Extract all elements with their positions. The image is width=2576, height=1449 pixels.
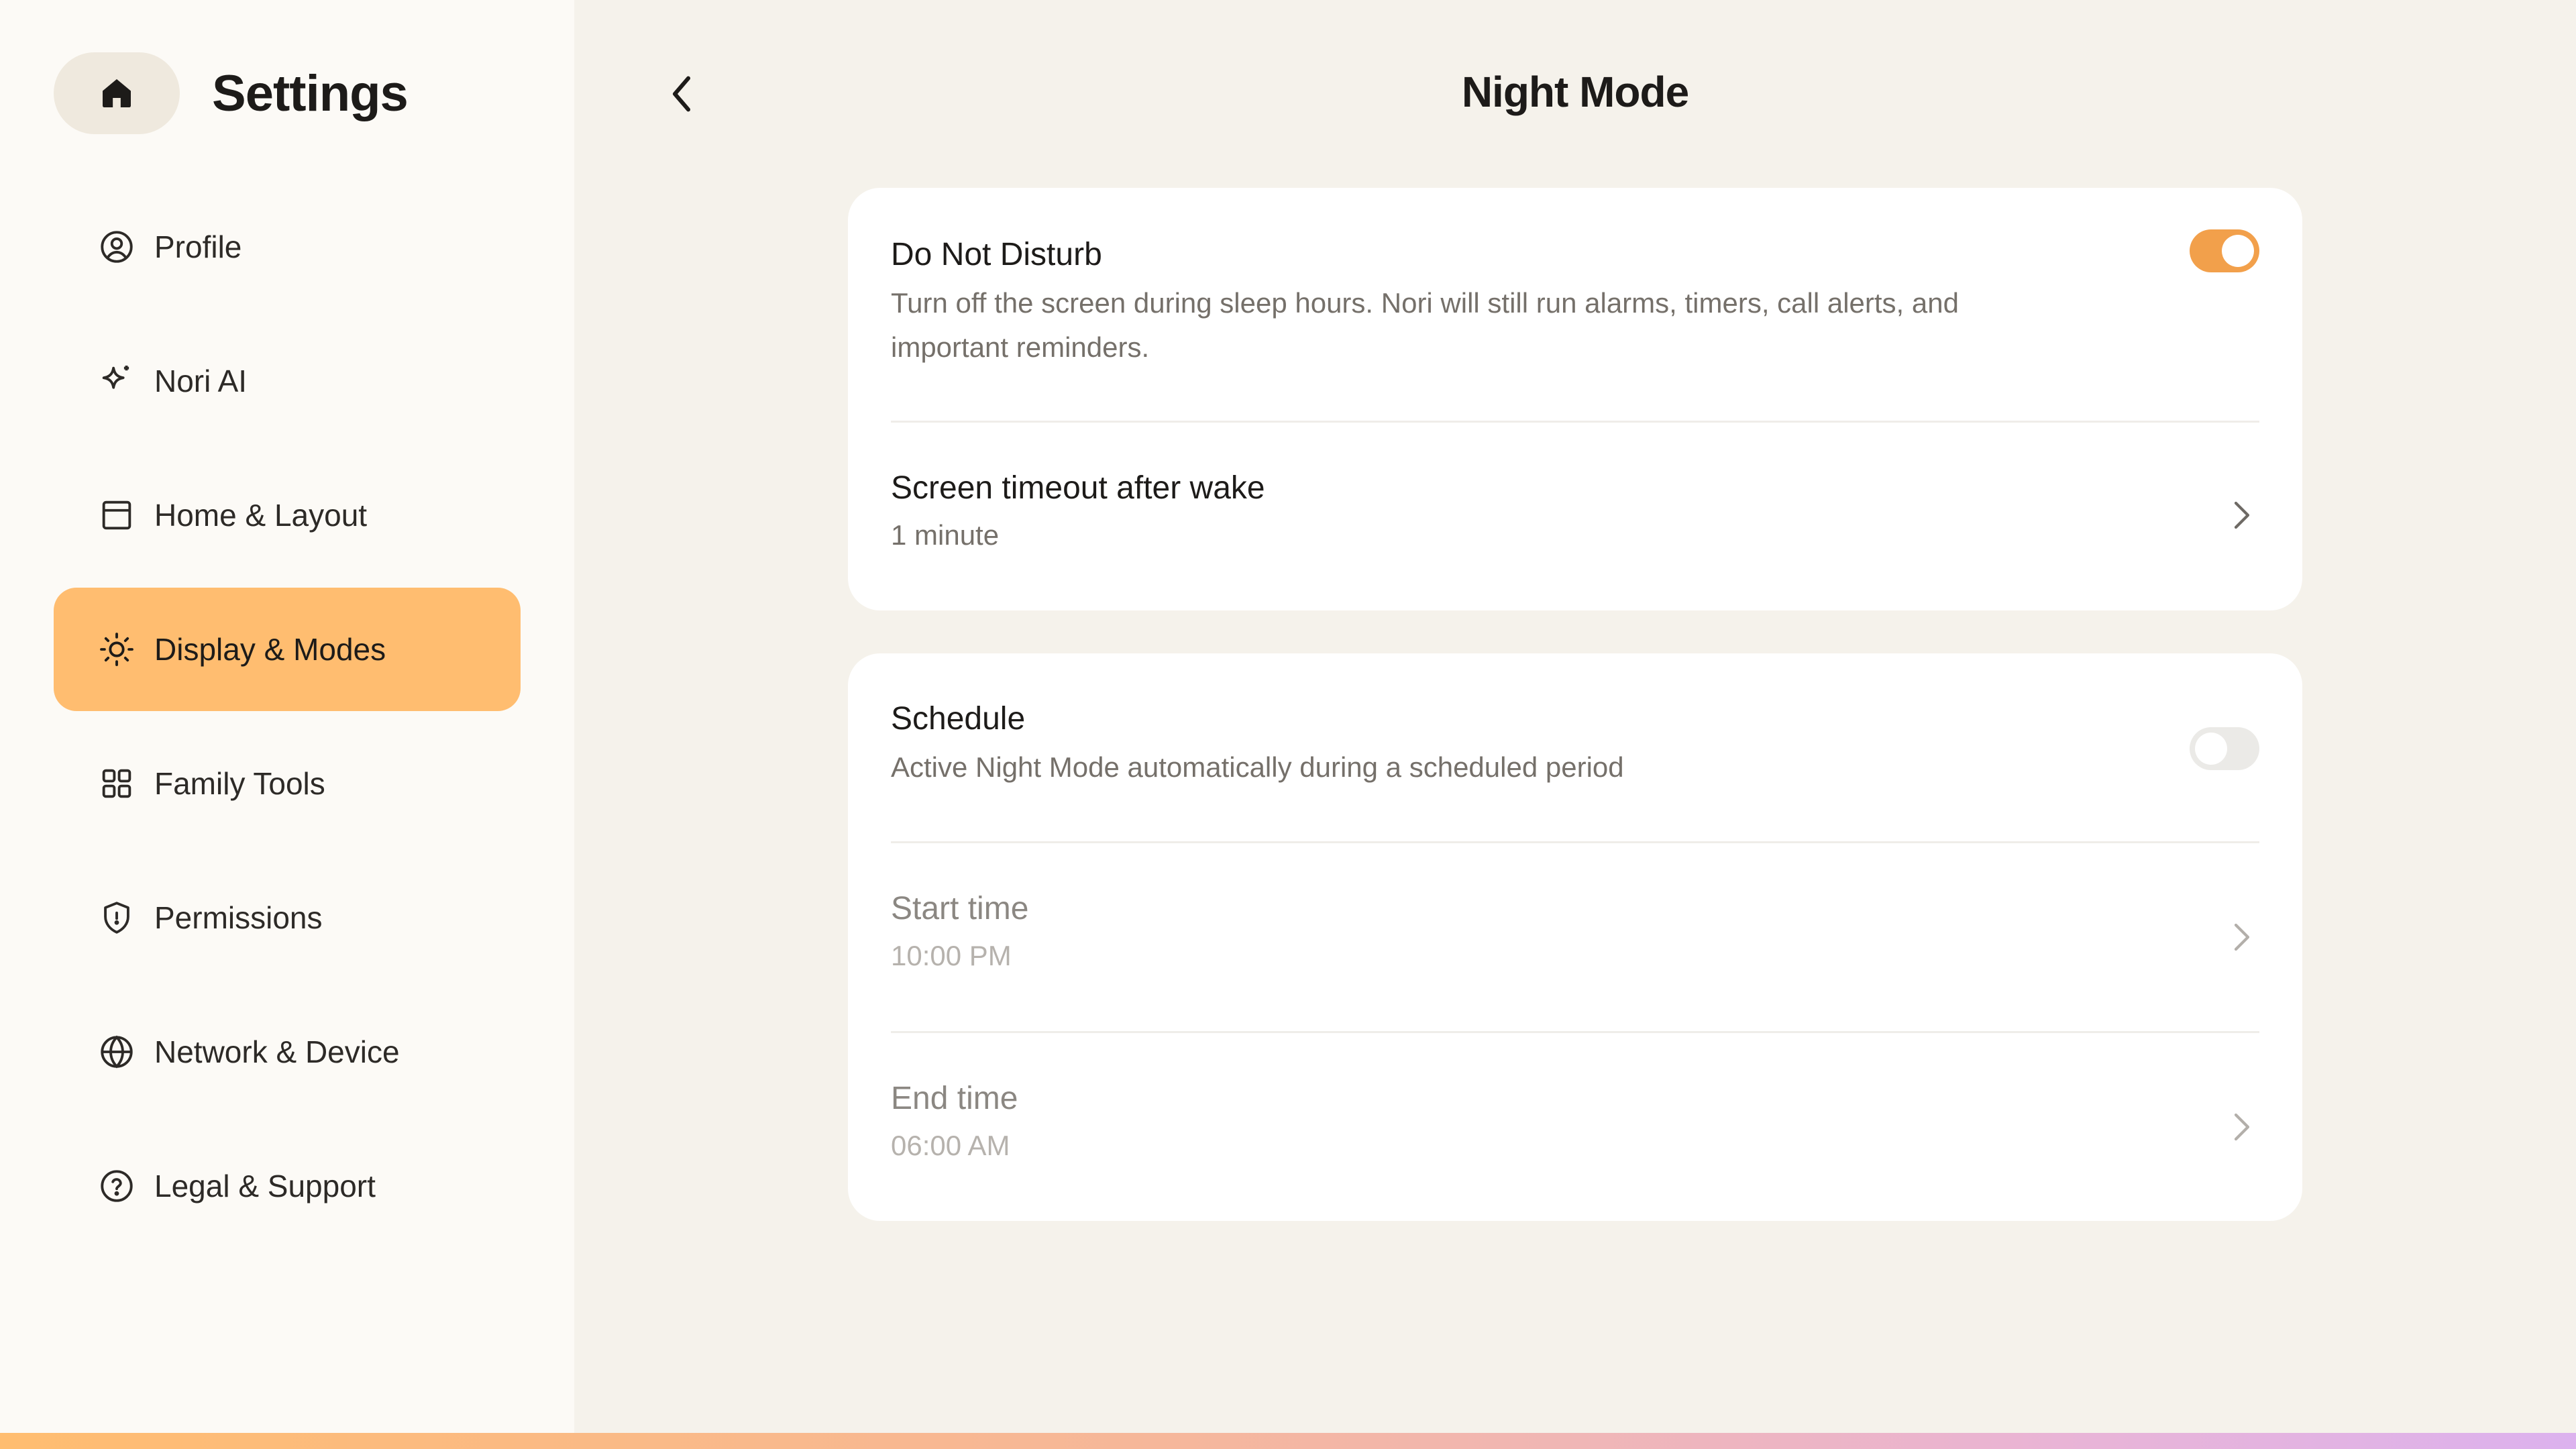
sidebar-item-label: Nori AI xyxy=(154,364,248,398)
sidebar-item-permissions[interactable]: Permissions xyxy=(54,856,521,979)
grid-icon xyxy=(95,762,138,805)
end-time-row[interactable]: End time 06:00 AM xyxy=(891,1033,2259,1221)
main-panel: Night Mode Do Not Disturb Turn off the s… xyxy=(574,0,2576,1433)
end-time-value: 06:00 AM xyxy=(891,1130,1010,1161)
layout-icon xyxy=(95,494,138,537)
sidebar-item-nori-ai[interactable]: Nori AI xyxy=(54,319,521,443)
sidebar-item-display-modes[interactable]: Display & Modes xyxy=(54,588,521,711)
schedule-row: Schedule Active Night Mode automatically… xyxy=(891,700,2034,790)
home-icon xyxy=(103,79,131,107)
sparkle-icon xyxy=(95,360,138,402)
toggle-knob xyxy=(2195,733,2227,765)
screen-timeout-title: Screen timeout after wake xyxy=(891,470,1265,506)
page-title: Night Mode xyxy=(1461,68,1689,116)
sidebar-item-family-tools[interactable]: Family Tools xyxy=(54,722,521,845)
do-not-disturb-row: Do Not Disturb Turn off the screen durin… xyxy=(891,236,2034,370)
schedule-card: Schedule Active Night Mode automatically… xyxy=(848,653,2302,1221)
sidebar-item-network-device[interactable]: Network & Device xyxy=(54,990,521,1114)
sidebar-item-label: Network & Device xyxy=(154,1034,400,1069)
settings-app: Settings Profile Nori AI Home & Layout D… xyxy=(0,0,2576,1449)
shield-icon xyxy=(95,896,138,939)
sidebar-item-label: Home & Layout xyxy=(154,498,368,533)
sidebar-item-profile[interactable]: Profile xyxy=(54,185,521,309)
sidebar: Settings Profile Nori AI Home & Layout D… xyxy=(0,0,574,1433)
screen-timeout-value: 1 minute xyxy=(891,519,1000,551)
sun-icon xyxy=(95,628,138,671)
sidebar-item-label: Family Tools xyxy=(154,766,325,801)
do-not-disturb-toggle[interactable] xyxy=(2190,229,2259,272)
sidebar-item-home-layout[interactable]: Home & Layout xyxy=(54,453,521,577)
chevron-right-icon xyxy=(2229,496,2255,534)
chevron-right-icon xyxy=(2229,918,2255,956)
schedule-toggle[interactable] xyxy=(2190,727,2259,770)
start-time-title: Start time xyxy=(891,891,1029,926)
chevron-right-icon xyxy=(2229,1108,2255,1146)
do-not-disturb-title: Do Not Disturb xyxy=(891,237,1102,272)
sidebar-item-label: Profile xyxy=(154,229,242,264)
schedule-description: Active Night Mode automatically during a… xyxy=(891,751,1624,783)
schedule-title: Schedule xyxy=(891,701,1026,737)
globe-icon xyxy=(95,1030,138,1073)
help-circle-icon xyxy=(95,1165,138,1208)
sidebar-item-label: Legal & Support xyxy=(154,1169,376,1203)
sidebar-item-label: Permissions xyxy=(154,900,323,935)
sidebar-title: Settings xyxy=(212,64,409,122)
night-mode-card: Do Not Disturb Turn off the screen durin… xyxy=(848,188,2302,610)
start-time-value: 10:00 PM xyxy=(891,940,1012,971)
bottom-gradient-bar xyxy=(0,1433,2576,1449)
sidebar-item-legal-support[interactable]: Legal & Support xyxy=(54,1124,521,1248)
user-circle-icon xyxy=(95,225,138,268)
start-time-row[interactable]: Start time 10:00 PM xyxy=(891,843,2259,1031)
home-button[interactable] xyxy=(54,52,180,134)
do-not-disturb-description: Turn off the screen during sleep hours. … xyxy=(891,287,1959,363)
sidebar-header: Settings xyxy=(54,52,409,134)
screen-timeout-row[interactable]: Screen timeout after wake 1 minute xyxy=(891,423,2259,610)
toggle-knob xyxy=(2222,235,2254,267)
sidebar-item-label: Display & Modes xyxy=(154,632,386,667)
end-time-title: End time xyxy=(891,1081,1018,1116)
